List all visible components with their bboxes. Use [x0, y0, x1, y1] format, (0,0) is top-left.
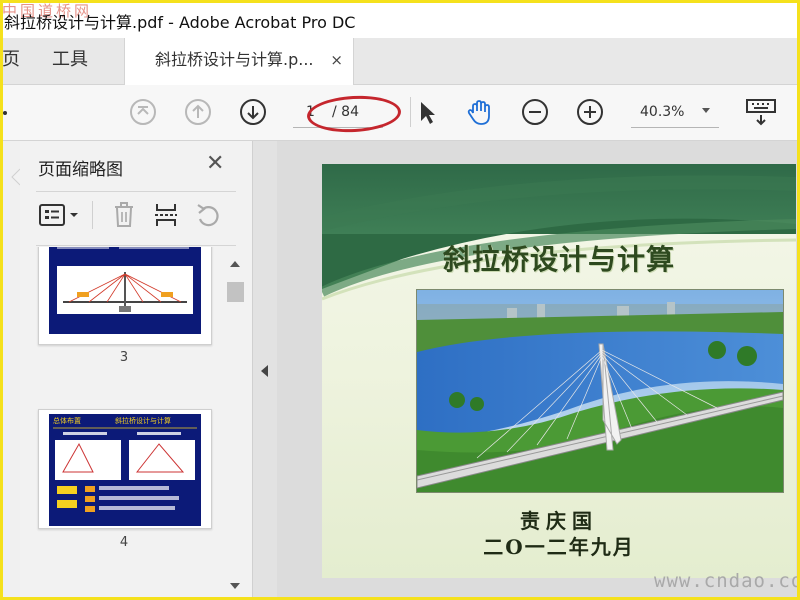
thumbnail-label-4: 4	[119, 535, 129, 550]
hand-icon[interactable]	[464, 97, 494, 127]
panel-pointer-icon	[11, 168, 20, 186]
thumb-4-header-text: 斜拉桥设计与计算	[115, 416, 171, 425]
slide-page: 斜拉桥设计与计算 责庆国 二O一二年九月	[322, 164, 796, 578]
thumbnail-list: 3 总体布置 斜拉桥设计与计算 4	[20, 247, 236, 600]
next-page-icon[interactable]	[238, 97, 268, 127]
tab-document-label: 斜拉桥设计与计算.p...	[155, 50, 314, 69]
page-4-preview: 总体布置 斜拉桥设计与计算	[49, 414, 201, 526]
toolbar-divider	[410, 97, 411, 127]
window-title: 斜拉桥设计与计算.pdf - Adobe Acrobat Pro DC	[4, 13, 356, 32]
panel-divider-bottom	[36, 245, 236, 246]
slide-title: 斜拉桥设计与计算	[442, 243, 675, 276]
panel-title: 页面缩略图	[38, 160, 123, 180]
scrollbar-thumb[interactable]	[227, 282, 244, 302]
bridge-photo-image	[416, 289, 784, 493]
tab-bar: 页 工具 斜拉桥设计与计算.p... ×	[0, 38, 800, 85]
zoom-underline	[631, 127, 719, 128]
delete-page-icon[interactable]	[110, 201, 138, 229]
tab-tools[interactable]: 工具	[52, 38, 88, 84]
zoom-in-icon[interactable]	[575, 97, 605, 127]
page-3-preview	[49, 247, 201, 334]
previous-page-icon[interactable]	[183, 97, 213, 127]
thumbnail-label-3: 3	[119, 350, 129, 365]
watermark-bottom-right: www.cndao.com	[654, 570, 800, 592]
slide-author: 责庆国	[520, 509, 598, 533]
keyboard-icon[interactable]	[744, 97, 778, 127]
panel-toolbar-divider	[92, 201, 93, 229]
extract-page-icon[interactable]	[152, 201, 180, 229]
tab-document[interactable]: 斜拉桥设计与计算.p... ×	[124, 38, 354, 85]
slide-date: 二O一二年九月	[483, 535, 635, 559]
document-view: 斜拉桥设计与计算 责庆国 二O一二年九月	[277, 141, 800, 600]
thumbnail-scrollbar[interactable]	[226, 255, 244, 595]
thumbnail-options-icon[interactable]	[38, 201, 84, 229]
tab-close-icon[interactable]: ×	[330, 38, 343, 82]
left-nav-strip	[0, 141, 20, 600]
panel-collapse-handle[interactable]	[252, 141, 278, 600]
thumbnail-page-3[interactable]	[38, 247, 212, 345]
title-bar: 中国道桥网 斜拉桥设计与计算.pdf - Adobe Acrobat Pro D…	[0, 0, 800, 39]
rotate-page-icon[interactable]	[194, 201, 222, 229]
zoom-dropdown-chevron-icon[interactable]	[702, 108, 710, 113]
first-page-icon[interactable]	[128, 97, 158, 127]
thumb-4-section-text: 总体布置	[53, 416, 81, 425]
toolbar-left-glyph-icon	[3, 111, 7, 115]
panel-divider	[36, 191, 236, 192]
scroll-down-icon[interactable]	[230, 583, 240, 589]
tab-home[interactable]: 页	[2, 38, 20, 84]
thumbnail-page-4[interactable]: 总体布置 斜拉桥设计与计算	[38, 409, 212, 529]
select-arrow-icon[interactable]	[412, 97, 442, 127]
panel-close-icon[interactable]: ✕	[206, 151, 224, 176]
thumbnail-panel: 页面缩略图 ✕ 3 总体布置 斜拉桥设计与计算 4	[20, 141, 252, 600]
zoom-out-icon[interactable]	[520, 97, 550, 127]
zoom-level-select[interactable]: 40.3%	[640, 104, 684, 120]
collapse-left-icon[interactable]	[261, 365, 268, 377]
scroll-up-icon[interactable]	[230, 261, 240, 267]
